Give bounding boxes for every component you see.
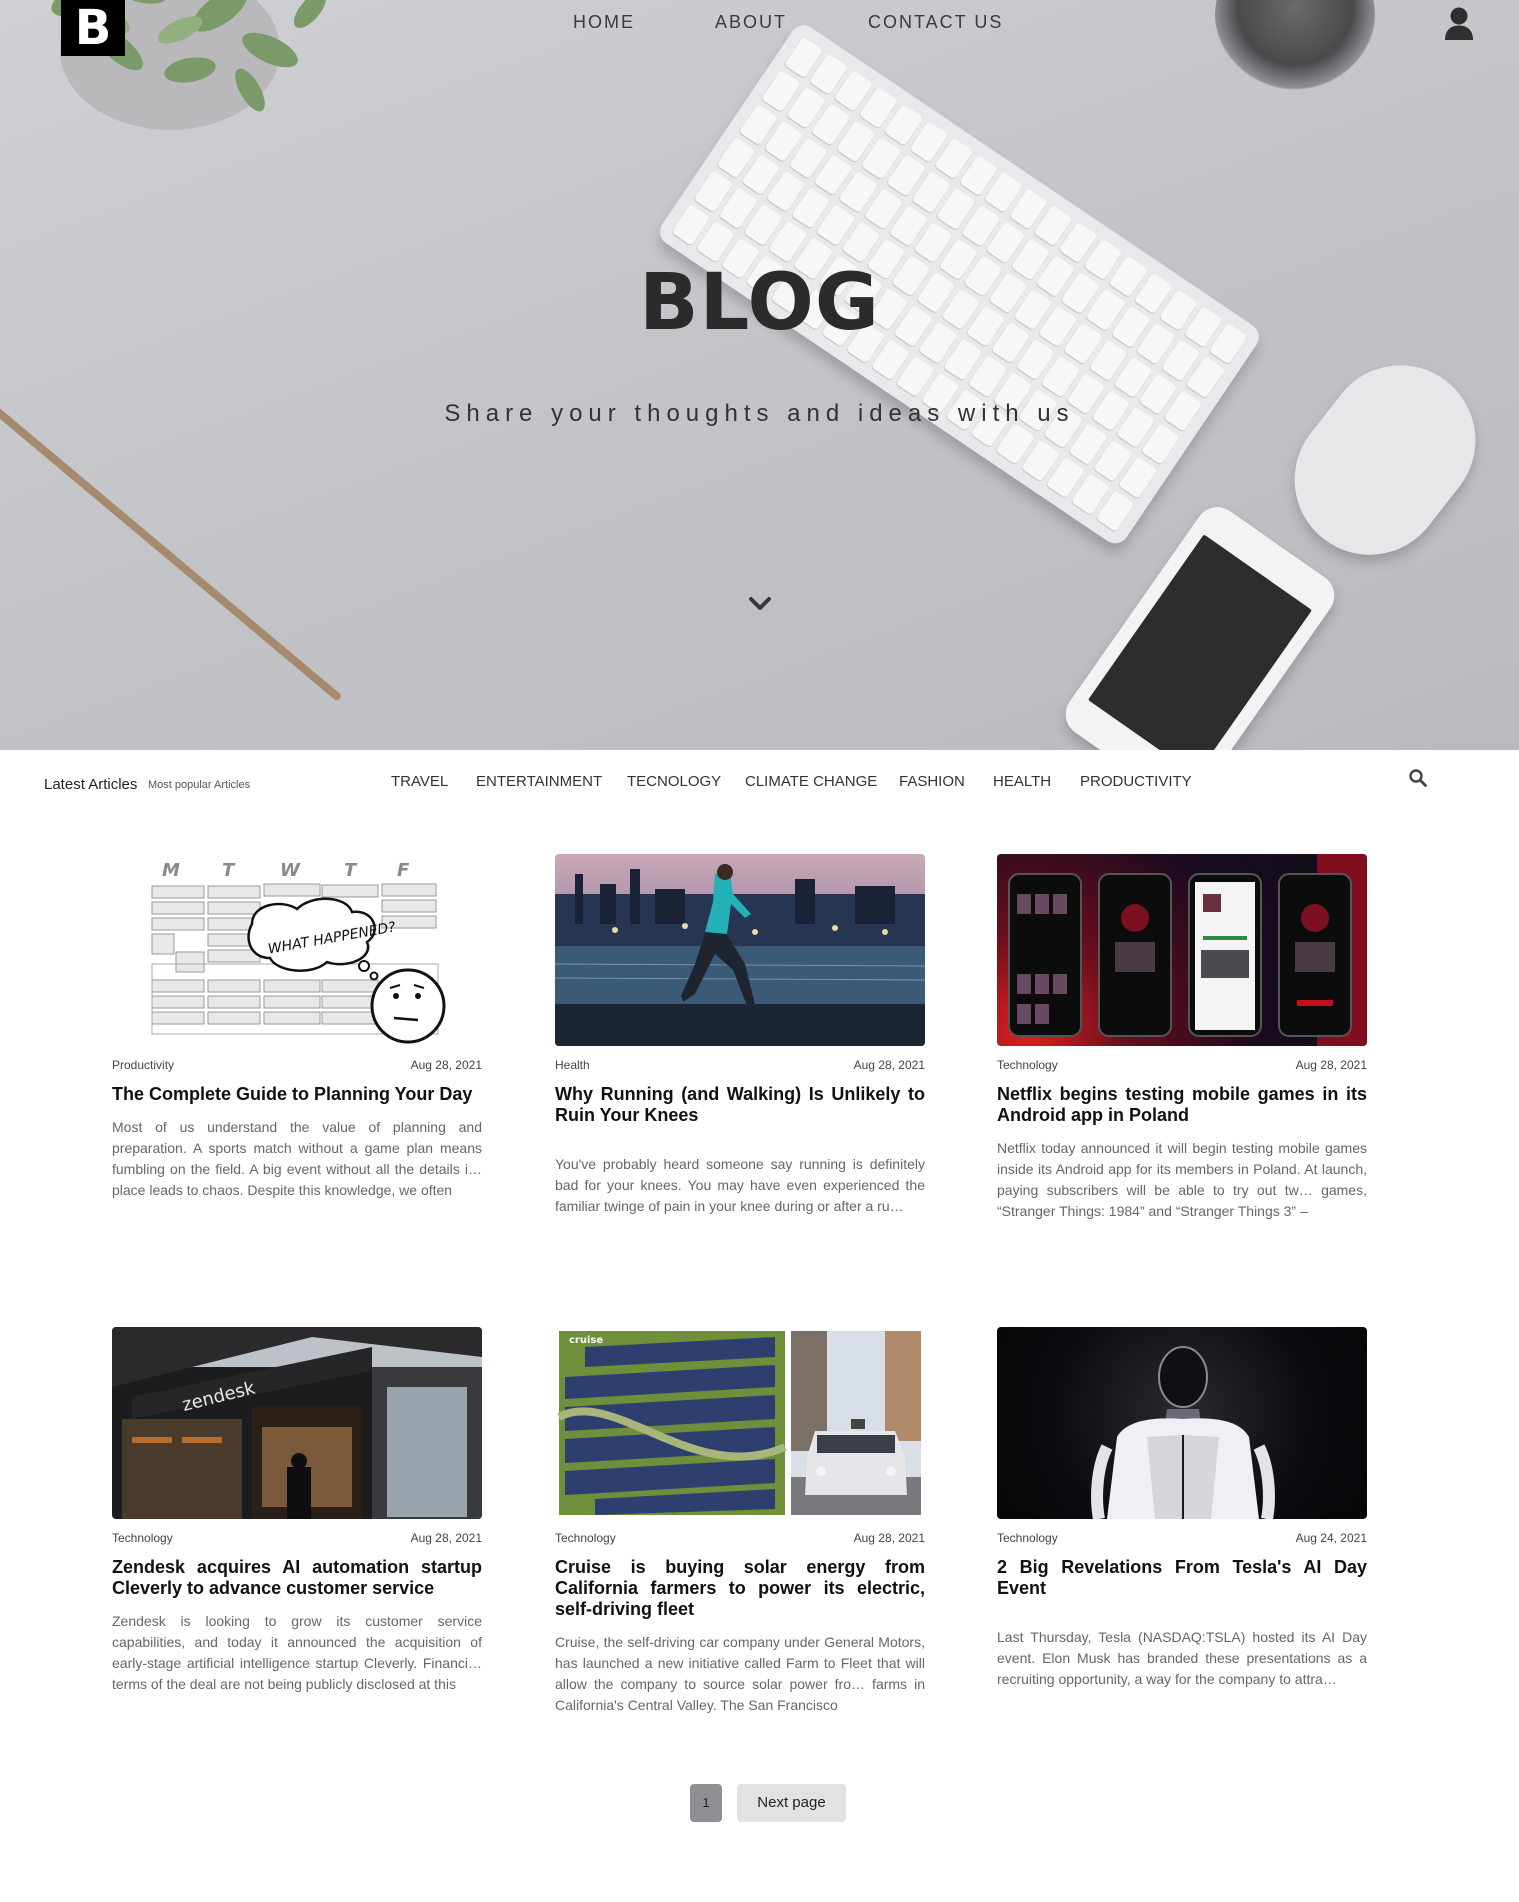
image-text-t: T — [222, 860, 236, 881]
image-text-f: F — [397, 860, 410, 881]
article-category: Technology — [555, 1531, 616, 1545]
article-date: Aug 28, 2021 — [1295, 1058, 1367, 1072]
nav-contact-us[interactable]: CONTACT US — [868, 12, 1003, 33]
article-card[interactable]: Health Aug 28, 2021 Why Running (and Wal… — [555, 854, 925, 1217]
article-excerpt: Zendesk is looking to grow its customer … — [112, 1613, 482, 1692]
latest-articles-tab[interactable]: Latest Articles — [44, 776, 137, 793]
article-card[interactable]: zendesk Technology Aug 28, 2021 Zendesk … — [112, 1327, 482, 1695]
article-title[interactable]: Zendesk acquires AI automation startup C… — [112, 1557, 482, 1599]
article-title[interactable]: The Complete Guide to Planning Your Day — [112, 1084, 482, 1105]
pencil-decoration — [0, 400, 343, 702]
article-title[interactable]: Netflix begins testing mobile games in i… — [997, 1084, 1367, 1126]
article-image-zendesk[interactable]: zendesk — [112, 1327, 482, 1519]
image-text-w: W — [280, 860, 301, 881]
article-excerpt: Cruise, the self-driving car company und… — [555, 1634, 925, 1713]
article-category: Health — [555, 1058, 590, 1072]
article-date: Aug 28, 2021 — [853, 1058, 925, 1072]
article-card[interactable]: cruise Technology Aug 28, 2021 Cruise is… — [555, 1327, 925, 1716]
article-image-netflix[interactable] — [997, 854, 1367, 1046]
top-navigation: HOME ABOUT CONTACT US — [0, 12, 1519, 42]
chevron-down-icon[interactable] — [748, 596, 772, 612]
article-image-running[interactable] — [555, 854, 925, 1046]
mouse-decoration — [1264, 335, 1506, 585]
category-health[interactable]: HEALTH — [993, 773, 1051, 790]
article-category: Technology — [997, 1531, 1058, 1545]
category-filter-bar: Latest Articles Most popular Articles TR… — [0, 750, 1519, 820]
article-meta: Technology Aug 24, 2021 — [997, 1531, 1367, 1545]
next-page-button[interactable]: Next page — [737, 1784, 846, 1822]
popular-articles-tab[interactable]: Most popular Articles — [148, 779, 250, 791]
article-date: Aug 28, 2021 — [853, 1531, 925, 1545]
article-date: Aug 28, 2021 — [410, 1058, 482, 1072]
category-climate-change[interactable]: CLIMATE CHANGE — [745, 773, 877, 790]
article-card[interactable]: Technology Aug 24, 2021 2 Big Revelation… — [997, 1327, 1367, 1690]
article-meta: Technology Aug 28, 2021 — [997, 1058, 1367, 1072]
article-card[interactable]: M T W T F WHAT HAPPENED? Productivity Au… — [112, 854, 482, 1201]
nav-home[interactable]: HOME — [573, 12, 635, 33]
article-image-cruise[interactable]: cruise — [555, 1327, 925, 1519]
nav-about[interactable]: ABOUT — [715, 12, 787, 33]
article-excerpt: Most of us understand the value of plann… — [112, 1119, 482, 1198]
article-meta: Technology Aug 28, 2021 — [555, 1531, 925, 1545]
article-date: Aug 28, 2021 — [410, 1531, 482, 1545]
article-excerpt: You've probably heard someone say runnin… — [555, 1156, 925, 1214]
article-category: Technology — [112, 1531, 173, 1545]
article-image-tesla-bot[interactable] — [997, 1327, 1367, 1519]
article-title[interactable]: 2 Big Revelations From Tesla's AI Day Ev… — [997, 1557, 1367, 1599]
category-tecnology[interactable]: TECNOLOGY — [627, 773, 721, 790]
article-excerpt: Last Thursday, Tesla (NASDAQ:TSLA) hoste… — [997, 1629, 1367, 1687]
article-meta: Productivity Aug 28, 2021 — [112, 1058, 482, 1072]
category-fashion[interactable]: FASHION — [899, 773, 965, 790]
image-text-cruise: cruise — [569, 1335, 603, 1346]
article-meta: Health Aug 28, 2021 — [555, 1058, 925, 1072]
article-date: Aug 24, 2021 — [1295, 1531, 1367, 1545]
article-category: Technology — [997, 1058, 1058, 1072]
article-card[interactable]: Technology Aug 28, 2021 Netflix begins t… — [997, 854, 1367, 1222]
hero-banner: B HOME ABOUT CONTACT US BLOG Share your … — [0, 0, 1519, 750]
image-text-m: M — [162, 860, 180, 881]
pagination-current-page[interactable]: 1 — [690, 1784, 722, 1822]
article-category: Productivity — [112, 1058, 175, 1072]
article-excerpt: Netflix today announced it will begin te… — [997, 1140, 1367, 1219]
article-title[interactable]: Cruise is buying solar energy from Calif… — [555, 1557, 925, 1620]
article-image-planning[interactable]: M T W T F WHAT HAPPENED? — [112, 854, 482, 1046]
page-subtitle: Share your thoughts and ideas with us — [444, 400, 1075, 427]
category-productivity[interactable]: PRODUCTIVITY — [1080, 773, 1192, 790]
user-icon[interactable] — [1444, 6, 1474, 40]
image-text-t2: T — [344, 860, 358, 881]
article-meta: Technology Aug 28, 2021 — [112, 1531, 482, 1545]
article-title[interactable]: Why Running (and Walking) Is Unlikely to… — [555, 1084, 925, 1126]
search-icon[interactable] — [1408, 768, 1428, 788]
category-travel[interactable]: TRAVEL — [391, 773, 448, 790]
category-entertainment[interactable]: ENTERTAINMENT — [476, 773, 602, 790]
page-title: BLOG — [639, 258, 880, 348]
